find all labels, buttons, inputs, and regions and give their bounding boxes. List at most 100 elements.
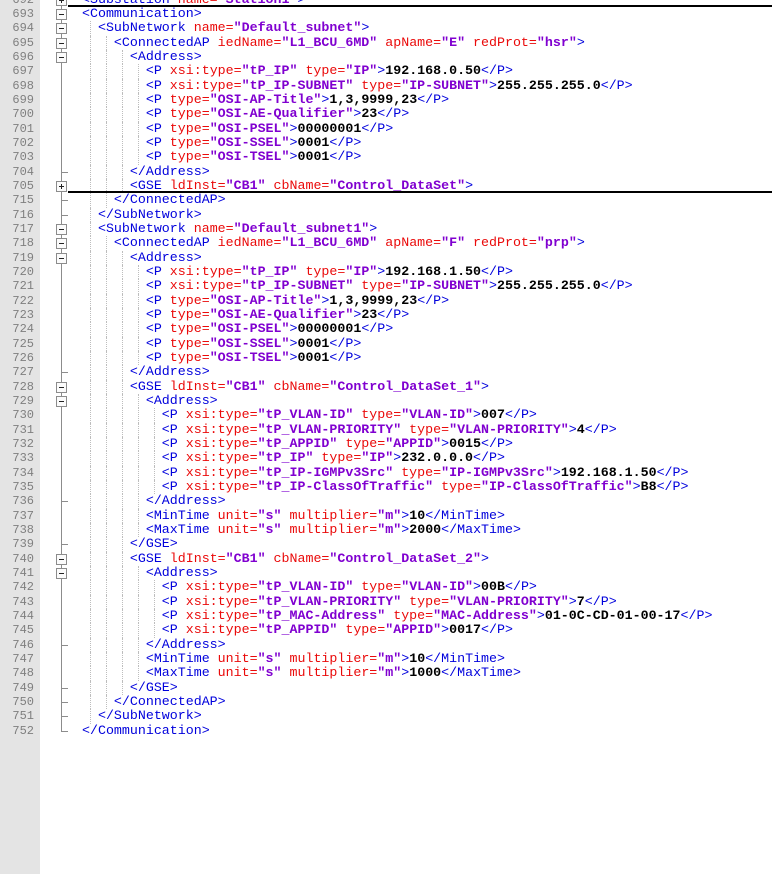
line-number[interactable]: 734	[0, 466, 40, 480]
code-line-text[interactable]: <GSE ldInst="CB1" cbName="Control_DataSe…	[80, 551, 772, 566]
fold-expand-icon[interactable]	[56, 181, 67, 193]
code-line-text[interactable]: <P xsi:type="tP_IP-ClassOfTraffic" type=…	[80, 479, 772, 495]
code-line-text[interactable]: <Communication>	[80, 6, 772, 21]
line-number[interactable]: 718	[0, 236, 40, 250]
line-number[interactable]: 746	[0, 638, 40, 652]
code-line-text[interactable]: <P xsi:type="tP_IP-SUBNET" type="IP-SUBN…	[80, 279, 772, 294]
line-number[interactable]: 742	[0, 580, 40, 594]
code-line-text[interactable]: <P type="OSI-AE-Qualifier">23</P>	[80, 107, 772, 122]
line-number[interactable]: 695	[0, 36, 40, 50]
code-line-text[interactable]: <ConnectedAP iedName="L1_BCU_6MD" apName…	[80, 236, 772, 251]
code-line-text[interactable]: </GSE>	[80, 680, 772, 695]
code-line-text[interactable]: </Address>	[80, 494, 772, 509]
line-number[interactable]: 694	[0, 21, 40, 35]
line-number[interactable]: 750	[0, 695, 40, 709]
code-line-text[interactable]: <P xsi:type="tP_IP" type="IP">192.168.1.…	[80, 264, 772, 280]
fold-collapse-icon[interactable]	[56, 37, 67, 49]
line-number[interactable]: 745	[0, 623, 40, 637]
line-number[interactable]: 723	[0, 308, 40, 322]
code-line-text[interactable]: <P type="OSI-SSEL">0001</P>	[80, 135, 772, 151]
code-line-text[interactable]: </Address>	[80, 637, 772, 652]
line-number[interactable]: 740	[0, 552, 40, 566]
code-line-text[interactable]: </Communication>	[80, 723, 772, 738]
code-line-text[interactable]: <P type="OSI-TSEL">0001</P>	[80, 350, 772, 366]
code-line-text[interactable]: <P type="OSI-PSEL">00000001</P>	[80, 322, 772, 337]
code-line-text[interactable]: </ConnectedAP>	[80, 694, 772, 710]
code-line-text[interactable]: <P xsi:type="tP_VLAN-ID" type="VLAN-ID">…	[80, 580, 772, 595]
line-number[interactable]: 700	[0, 107, 40, 121]
fold-collapse-icon[interactable]	[56, 252, 67, 264]
code-line-text[interactable]: <P xsi:type="tP_VLAN-PRIORITY" type="VLA…	[80, 594, 772, 609]
code-line-text[interactable]: <P type="OSI-AP-Title">1,3,9999,23</P>	[80, 293, 772, 309]
code-line-text[interactable]: <P type="OSI-AP-Title">1,3,9999,23</P>	[80, 92, 772, 108]
line-number[interactable]: 737	[0, 509, 40, 523]
line-number[interactable]: 736	[0, 494, 40, 508]
code-line-text[interactable]: </GSE>	[80, 537, 772, 552]
line-number[interactable]: 721	[0, 279, 40, 293]
line-number[interactable]: 719	[0, 251, 40, 265]
code-line-text[interactable]: <Address>	[80, 250, 772, 266]
code-line-text[interactable]: <GSE ldInst="CB1" cbName="Control_DataSe…	[80, 379, 772, 394]
line-number[interactable]: 698	[0, 79, 40, 93]
line-number[interactable]: 752	[0, 724, 40, 738]
line-number[interactable]: 738	[0, 523, 40, 537]
line-number[interactable]: 733	[0, 451, 40, 465]
line-number[interactable]: 704	[0, 165, 40, 179]
line-number[interactable]: 705	[0, 179, 40, 193]
line-number[interactable]: 727	[0, 365, 40, 379]
line-number[interactable]: 724	[0, 322, 40, 336]
line-number[interactable]: 749	[0, 681, 40, 695]
code-line-text[interactable]: </SubNetwork>	[80, 709, 772, 724]
line-number[interactable]: 720	[0, 265, 40, 279]
line-number[interactable]: 730	[0, 408, 40, 422]
fold-collapse-icon[interactable]	[56, 396, 67, 407]
code-line-text[interactable]: <MaxTime unit="s" multiplier="m">2000</M…	[80, 522, 772, 538]
line-number[interactable]: 699	[0, 93, 40, 107]
line-number[interactable]: 692	[0, 0, 40, 7]
line-number[interactable]: 701	[0, 122, 40, 136]
code-line-text[interactable]: <P xsi:type="tP_IP" type="IP">232.0.0.0<…	[80, 451, 772, 466]
code-line-text[interactable]: </SubNetwork>	[80, 207, 772, 223]
code-line-text[interactable]: <Address>	[80, 393, 772, 409]
line-number[interactable]: 729	[0, 394, 40, 408]
code-line-text[interactable]: <P xsi:type="tP_APPID" type="APPID">0015…	[80, 436, 772, 452]
fold-collapse-icon[interactable]	[56, 567, 67, 579]
code-line-text[interactable]: <MaxTime unit="s" multiplier="m">1000</M…	[80, 666, 772, 681]
line-number[interactable]: 717	[0, 222, 40, 236]
fold-collapse-icon[interactable]	[56, 553, 67, 565]
line-number[interactable]: 735	[0, 480, 40, 494]
fold-collapse-icon[interactable]	[56, 381, 67, 393]
code-line-text[interactable]: <P type="OSI-TSEL">0001</P>	[80, 150, 772, 165]
code-line-text[interactable]: <MinTime unit="s" multiplier="m">10</Min…	[80, 651, 772, 667]
line-number[interactable]: 716	[0, 208, 40, 222]
fold-expand-icon[interactable]	[56, 0, 67, 6]
code-line-text[interactable]: <SubNetwork name="Default_subnet">	[80, 21, 772, 36]
code-line-text[interactable]: <P xsi:type="tP_IP-SUBNET" type="IP-SUBN…	[80, 78, 772, 94]
code-line-text[interactable]: <MinTime unit="s" multiplier="m">10</Min…	[80, 508, 772, 523]
code-line-text[interactable]: <Address>	[80, 49, 772, 65]
line-number[interactable]: 731	[0, 423, 40, 437]
line-number[interactable]: 693	[0, 7, 40, 21]
line-number[interactable]: 743	[0, 595, 40, 609]
line-number[interactable]: 739	[0, 537, 40, 551]
code-line-text[interactable]: <P xsi:type="tP_IP" type="IP">192.168.0.…	[80, 64, 772, 79]
line-number[interactable]: 748	[0, 666, 40, 680]
line-number[interactable]: 702	[0, 136, 40, 150]
code-line-text[interactable]: <Address>	[80, 565, 772, 581]
line-number[interactable]: 747	[0, 652, 40, 666]
line-number[interactable]: 715	[0, 193, 40, 207]
fold-collapse-icon[interactable]	[56, 224, 67, 236]
code-line-text[interactable]: </Address>	[80, 365, 772, 380]
code-line-text[interactable]: </Address>	[80, 164, 772, 180]
code-line-text[interactable]: </ConnectedAP>	[80, 193, 772, 208]
fold-collapse-icon[interactable]	[56, 9, 67, 21]
line-number[interactable]: 728	[0, 380, 40, 394]
line-number[interactable]: 697	[0, 64, 40, 78]
line-number[interactable]: 726	[0, 351, 40, 365]
line-number[interactable]: 744	[0, 609, 40, 623]
line-number[interactable]: 703	[0, 150, 40, 164]
code-line-text[interactable]: <P type="OSI-SSEL">0001</P>	[80, 336, 772, 352]
line-number[interactable]: 741	[0, 566, 40, 580]
code-line-text[interactable]: <P xsi:type="tP_IP-IGMPv3Src" type="IP-I…	[80, 465, 772, 480]
code-line-text[interactable]: <P type="OSI-AE-Qualifier">23</P>	[80, 307, 772, 323]
